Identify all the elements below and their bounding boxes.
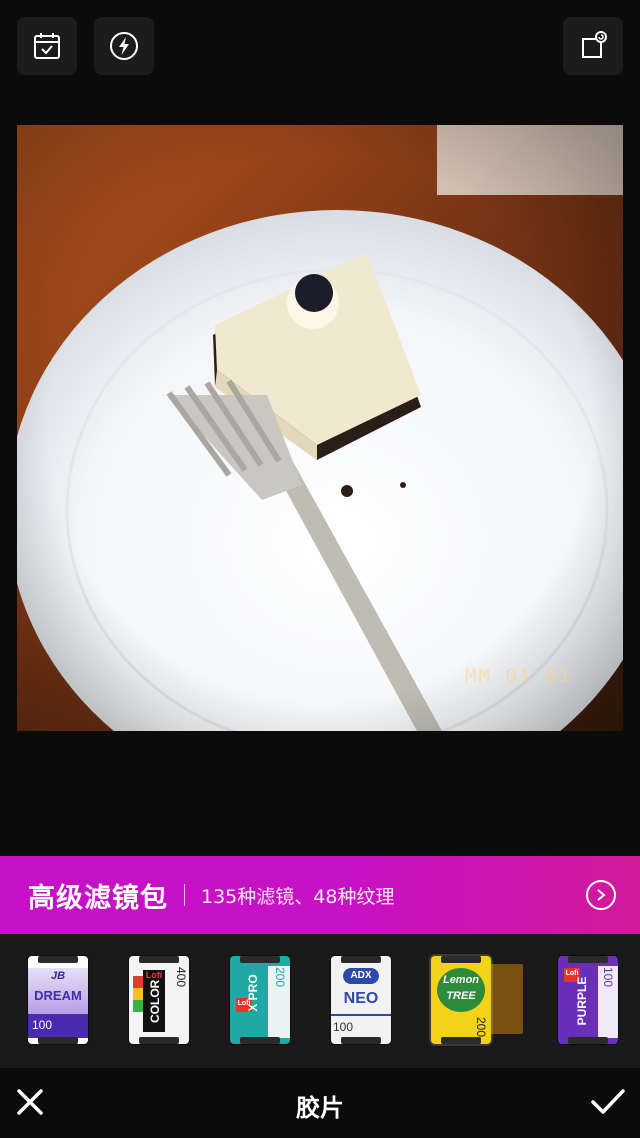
film-name: X PRO [246, 974, 260, 1012]
bottom-bar: 胶片 [0, 1068, 640, 1138]
export-icon [582, 31, 607, 58]
checkmark-icon[interactable] [590, 1086, 626, 1118]
film-canister: JB DREAM 100 [28, 956, 88, 1044]
film-canister: Lofi PURPLE 100 [558, 956, 618, 1044]
chevron-right-icon[interactable] [586, 880, 616, 910]
film-canister: ADX NEO 100 [331, 956, 391, 1044]
film-name: NEO [343, 990, 379, 1007]
photo-preview: MM 01 01 [17, 125, 623, 731]
cheesecake-photo [17, 125, 623, 731]
promo-divider [184, 884, 185, 906]
promo-title: 高级滤镜包 [28, 882, 168, 914]
film-neo[interactable]: ADX NEO 100 [331, 950, 397, 1050]
film-brand: ADX [350, 970, 372, 981]
film-canister: Lofi X PRO 200 [230, 956, 290, 1044]
film-filter-strip: JB DREAM 100 Lofi COLOR 400 Lofi X PRO 2… [0, 934, 640, 1068]
calendar-button[interactable] [17, 17, 77, 75]
film-brand: Lemon [442, 974, 480, 986]
film-iso: 400 [174, 966, 189, 988]
film-name: TREE [446, 990, 476, 1002]
film-iso: 100 [601, 966, 616, 988]
film-leader [487, 964, 523, 1034]
film-brand: Lofi [145, 970, 163, 980]
film-lemon-tree[interactable]: Lemon TREE 200 [431, 950, 523, 1050]
film-xpro[interactable]: Lofi X PRO 200 [230, 950, 296, 1050]
film-iso: 200 [474, 1016, 489, 1038]
film-canister: Lofi COLOR 400 [129, 956, 189, 1044]
film-iso: 200 [273, 966, 288, 988]
flash-icon [110, 32, 138, 60]
film-iso: 100 [333, 1020, 354, 1034]
film-purple[interactable]: Lofi PURPLE 100 [558, 950, 624, 1050]
film-color[interactable]: Lofi COLOR 400 [129, 950, 195, 1050]
film-iso: 100 [32, 1018, 53, 1032]
film-name: PURPLE [575, 976, 589, 1026]
premium-filter-banner[interactable]: 高级滤镜包 135种滤镜、48种纹理 [0, 856, 640, 934]
promo-subtitle: 135种滤镜、48种纹理 [201, 885, 395, 908]
film-name: DREAM [34, 988, 82, 1003]
flash-button[interactable] [94, 17, 154, 75]
film-brand: JB [50, 970, 66, 982]
calendar-icon [34, 33, 60, 59]
date-stamp: MM 01 01 [465, 665, 573, 687]
film-canister: Lemon TREE 200 [431, 956, 491, 1044]
export-button[interactable] [563, 17, 623, 75]
panel-title: 胶片 [296, 1094, 344, 1122]
film-name: COLOR [148, 979, 162, 1023]
film-dream[interactable]: JB DREAM 100 [28, 950, 94, 1050]
